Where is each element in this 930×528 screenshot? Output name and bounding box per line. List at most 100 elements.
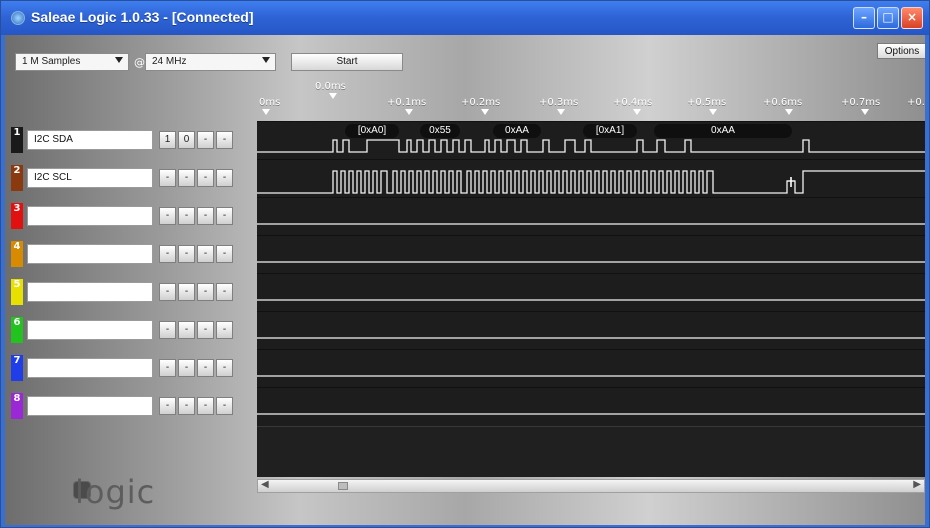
scroll-right-icon[interactable]: ▶ (913, 479, 921, 490)
logic-logo-text: logic (75, 473, 156, 511)
app-icon (11, 11, 25, 25)
trigger-low-button[interactable]: - (178, 169, 195, 187)
sda-trace (257, 139, 925, 153)
trigger-low-button[interactable]: - (178, 397, 195, 415)
time-label: 0.0ms (315, 81, 346, 92)
trigger-fall-button[interactable]: - (216, 359, 233, 377)
main-client: 1 M Samples @ 24 MHz Start Options 0ms 0… (5, 35, 925, 525)
time-label: +0. (907, 97, 925, 108)
channel-number-badge: 5 (11, 279, 23, 305)
trigger-rise-button[interactable]: - (197, 207, 214, 225)
channel-row: 2 I2C SCL - - - - (11, 159, 255, 197)
trigger-high-button[interactable]: 1 (159, 131, 176, 149)
time-marker-arrow (481, 109, 489, 115)
trigger-low-button[interactable]: - (178, 359, 195, 377)
channel-row: 4 - - - - (11, 235, 255, 273)
sample-rate-select-value: 24 MHz (152, 56, 187, 67)
time-marker-arrow (633, 109, 641, 115)
channel-name-field[interactable]: I2C SCL (27, 168, 153, 188)
trigger-high-button[interactable]: - (159, 207, 176, 225)
horizontal-scrollbar[interactable]: ◀ ▶ (257, 479, 925, 493)
trigger-high-button[interactable]: - (159, 321, 176, 339)
time-label: +0.3ms (539, 97, 579, 108)
trigger-rise-button[interactable]: - (197, 397, 214, 415)
trigger-low-button[interactable]: - (178, 283, 195, 301)
at-symbol: @ (134, 56, 145, 69)
channel-row: 7 - - - - (11, 349, 255, 387)
scroll-left-icon[interactable]: ◀ (261, 479, 269, 490)
trigger-low-button[interactable]: - (178, 207, 195, 225)
channel-panel: 1 I2C SDA 1 0 - - 2 I2C SCL - - - - 3 - … (11, 121, 255, 477)
trigger-fall-button[interactable]: - (216, 207, 233, 225)
channel-row: 5 - - - - (11, 273, 255, 311)
time-marker-arrow (329, 93, 337, 99)
trigger-fall-button[interactable]: - (216, 397, 233, 415)
time-marker-arrow (709, 109, 717, 115)
scl-trace (257, 170, 925, 194)
trigger-high-button[interactable]: - (159, 169, 176, 187)
trigger-fall-button[interactable]: - (216, 245, 233, 263)
title-bar: Saleae Logic 1.0.33 - [Connected] – □ × (1, 1, 929, 35)
trigger-fall-button[interactable]: - (216, 321, 233, 339)
time-label: +0.6ms (763, 97, 803, 108)
trigger-low-button[interactable]: - (178, 321, 195, 339)
trigger-low-button[interactable]: - (178, 245, 195, 263)
channel-name-field[interactable] (27, 358, 153, 378)
channel-name-field[interactable] (27, 320, 153, 340)
time-label: +0.1ms (387, 97, 427, 108)
sample-rate-select[interactable]: 24 MHz (145, 53, 276, 71)
time-ruler: 0ms 0.0ms +0.1ms +0.2ms +0.3ms +0.4ms +0… (257, 79, 925, 121)
samples-select[interactable]: 1 M Samples (15, 53, 129, 71)
channel-row: 6 - - - - (11, 311, 255, 349)
channel-name-field[interactable] (27, 244, 153, 264)
trigger-low-button[interactable]: 0 (178, 131, 195, 149)
time-marker-arrow (861, 109, 869, 115)
channel-number-badge: 1 (11, 127, 23, 153)
trigger-high-button[interactable]: - (159, 245, 176, 263)
chevron-down-icon (115, 57, 123, 63)
channel-name-field[interactable] (27, 282, 153, 302)
scroll-thumb[interactable] (338, 482, 348, 490)
trigger-rise-button[interactable]: - (197, 169, 214, 187)
minimize-button[interactable]: – (853, 7, 875, 29)
trigger-fall-button[interactable]: - (216, 283, 233, 301)
channel-row: 8 - - - - (11, 387, 255, 425)
minimize-icon: – (861, 10, 867, 24)
trigger-fall-button[interactable]: - (216, 131, 233, 149)
trigger-high-button[interactable]: - (159, 283, 176, 301)
trigger-rise-button[interactable]: - (197, 245, 214, 263)
app-window: Saleae Logic 1.0.33 - [Connected] – □ × … (0, 0, 930, 528)
channel-number-badge: 8 (11, 393, 23, 419)
start-button[interactable]: Start (291, 53, 403, 71)
trigger-high-button[interactable]: - (159, 359, 176, 377)
waveform-traces (257, 139, 925, 415)
chevron-down-icon (262, 57, 270, 63)
channel-name-field[interactable] (27, 396, 153, 416)
channel-number-badge: 2 (11, 165, 23, 191)
channel-number-badge: 3 (11, 203, 23, 229)
options-button[interactable]: Options (877, 43, 925, 59)
trigger-rise-button[interactable]: - (197, 321, 214, 339)
toolbar: 1 M Samples @ 24 MHz Start Options (5, 35, 925, 77)
time-label: 0ms (259, 97, 281, 108)
time-label: +0.4ms (613, 97, 653, 108)
trigger-rise-button[interactable]: - (197, 131, 214, 149)
channel-name-field[interactable]: I2C SDA (27, 130, 153, 150)
time-marker-arrow (405, 109, 413, 115)
trigger-rise-button[interactable]: - (197, 283, 214, 301)
trigger-rise-button[interactable]: - (197, 359, 214, 377)
trigger-high-button[interactable]: - (159, 397, 176, 415)
channel-name-field[interactable] (27, 206, 153, 226)
time-marker-arrow (557, 109, 565, 115)
close-button[interactable]: × (901, 7, 923, 29)
channel-row: 3 - - - - (11, 197, 255, 235)
trigger-fall-button[interactable]: - (216, 169, 233, 187)
time-marker-arrow (785, 109, 793, 115)
channel-row: 1 I2C SDA 1 0 - - (11, 121, 255, 159)
waveform-area[interactable]: [0xA0] 0x55 0xAA [0xA1] 0xAA (257, 121, 925, 477)
channel-number-badge: 7 (11, 355, 23, 381)
maximize-button[interactable]: □ (877, 7, 899, 29)
window-title: Saleae Logic 1.0.33 - [Connected] (31, 9, 254, 25)
maximize-icon: □ (882, 10, 894, 24)
time-label: +0.5ms (687, 97, 727, 108)
